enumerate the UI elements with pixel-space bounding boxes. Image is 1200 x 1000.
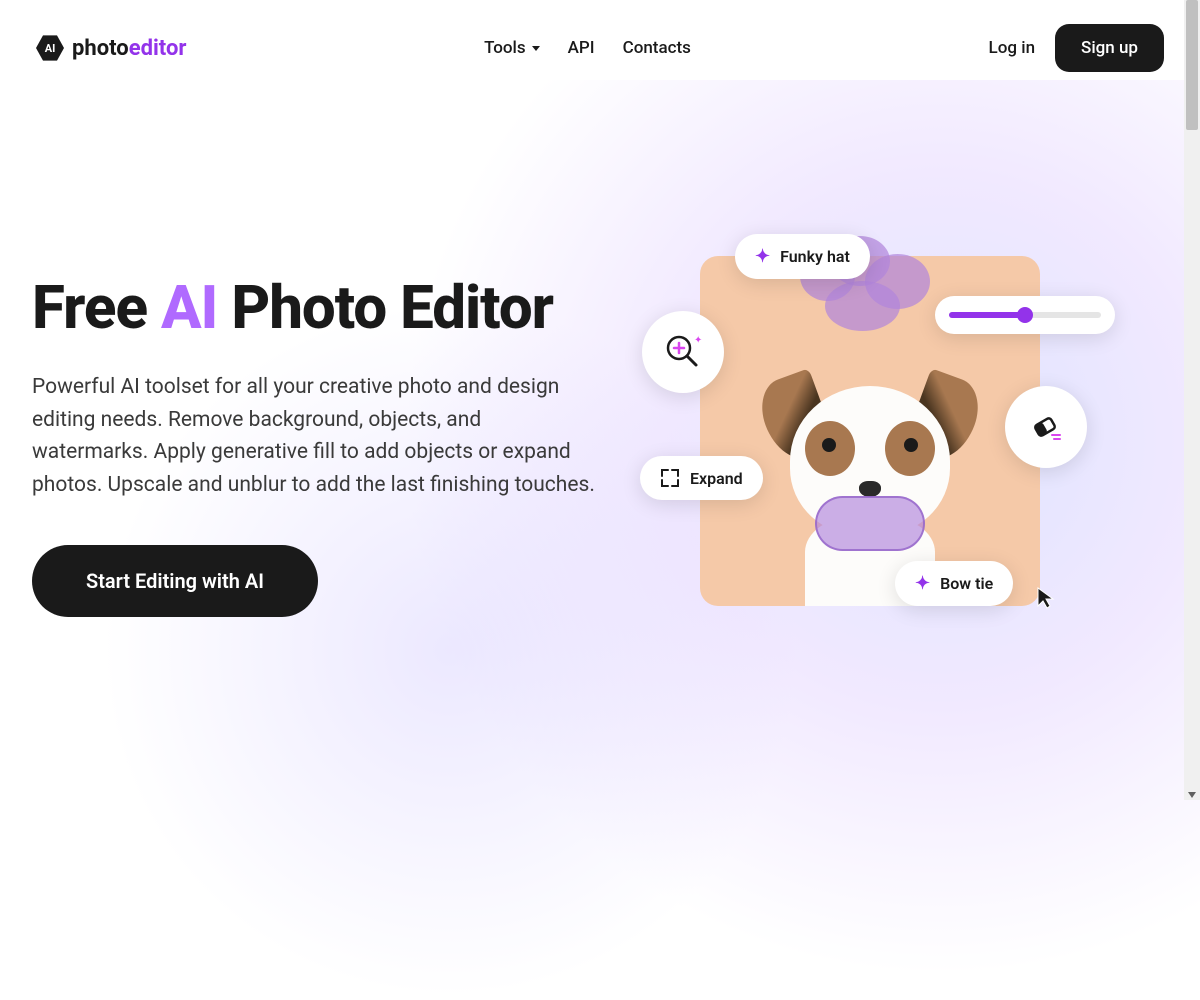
scroll-down-icon[interactable]: [1188, 792, 1196, 798]
svg-text:✦: ✦: [694, 335, 702, 346]
start-editing-button[interactable]: Start Editing with AI: [32, 545, 318, 617]
eraser-tool-bubble[interactable]: [1005, 386, 1087, 468]
cursor-pointer-icon: [1035, 586, 1059, 610]
nav-center: Tools API Contacts: [484, 38, 691, 58]
bowtie-overlay-shape: [815, 496, 925, 551]
hero-illustration: ✦ Funky hat ✦: [600, 156, 1168, 617]
logo-prefix: photo: [72, 36, 129, 61]
login-label: Log in: [989, 38, 1035, 58]
logo-wordmark: photoeditor: [72, 36, 186, 61]
signup-button[interactable]: Sign up: [1055, 24, 1164, 72]
pill-bowtie-label: Bow tie: [940, 574, 993, 593]
adjustment-slider[interactable]: [935, 296, 1115, 334]
hero-title-post: Photo Editor: [231, 272, 553, 343]
nav-tools-label: Tools: [484, 38, 526, 58]
nav-tools-dropdown[interactable]: Tools: [484, 38, 540, 58]
nav-contacts-link[interactable]: Contacts: [623, 38, 691, 58]
slider-fill: [949, 312, 1025, 318]
nav-contacts-label: Contacts: [623, 38, 691, 58]
hero-copy: Free AI Photo Editor Powerful AI toolset…: [32, 156, 600, 617]
hero-title-accent: AI: [161, 272, 231, 343]
nav-api-label: API: [568, 38, 595, 58]
slider-track: [949, 312, 1101, 318]
expand-tool-pill[interactable]: Expand: [640, 456, 763, 500]
suggestion-pill-bowtie[interactable]: ✦ Bow tie: [895, 561, 1013, 606]
expand-icon: [660, 468, 680, 488]
magnify-plus-icon: ✦: [664, 333, 702, 371]
dog-eye-left: [822, 438, 836, 452]
top-nav: AI photoeditor Tools API Contacts Log in…: [0, 0, 1200, 96]
nav-right: Log in Sign up: [989, 24, 1164, 72]
eraser-icon: [1026, 407, 1066, 447]
hero-title-pre: Free: [32, 272, 161, 343]
pill-funky-label: Funky hat: [780, 247, 850, 266]
suggestion-pill-funky-hat[interactable]: ✦ Funky hat: [735, 234, 870, 279]
logo-badge-text: AI: [45, 42, 56, 55]
pill-expand-label: Expand: [690, 469, 743, 488]
nav-api-link[interactable]: API: [568, 38, 595, 58]
logo-badge-icon: AI: [36, 34, 64, 62]
brand-logo[interactable]: AI photoeditor: [36, 34, 186, 62]
cta-label: Start Editing with AI: [86, 569, 264, 593]
sparkle-icon: ✦: [755, 246, 770, 267]
zoom-tool-bubble[interactable]: ✦: [642, 311, 724, 393]
hero-title: Free AI Photo Editor: [32, 276, 600, 339]
hero-description: Powerful AI toolset for all your creativ…: [32, 371, 600, 501]
chevron-down-icon: [532, 46, 540, 51]
login-button[interactable]: Log in: [989, 38, 1035, 58]
sparkle-icon: ✦: [915, 573, 930, 594]
logo-accent: editor: [129, 36, 187, 61]
signup-label: Sign up: [1081, 38, 1138, 58]
dog-nose: [859, 481, 881, 497]
slider-thumb[interactable]: [1017, 307, 1033, 323]
hero-section: Free AI Photo Editor Powerful AI toolset…: [0, 96, 1200, 617]
dog-eye-right: [904, 438, 918, 452]
